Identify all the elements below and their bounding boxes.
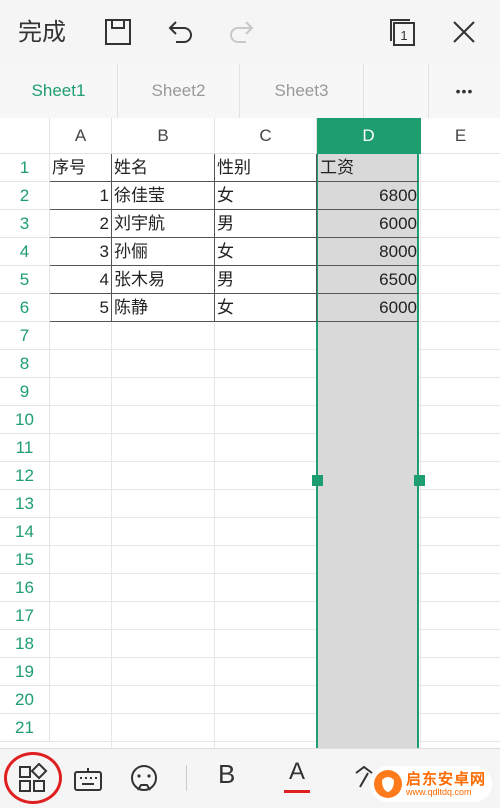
bold-button[interactable]: B — [218, 759, 235, 790]
cell-b3[interactable]: 刘宇航 — [112, 210, 215, 238]
undo-icon[interactable] — [162, 14, 198, 50]
tab-sheet2[interactable]: Sheet2 — [118, 64, 240, 118]
select-all-corner[interactable] — [0, 118, 50, 154]
cell-c4[interactable]: 女 — [215, 238, 317, 266]
cell-b5[interactable]: 张木易 — [112, 266, 215, 294]
watermark: 启东安卓网 www.qdltdq.com — [370, 766, 492, 802]
cell-a5[interactable]: 4 — [50, 266, 112, 294]
cell-c3[interactable]: 男 — [215, 210, 317, 238]
grid-line — [50, 405, 500, 406]
watermark-text: 启东安卓网 — [406, 770, 487, 788]
sheet-count: 1 — [400, 28, 407, 43]
row-header-16[interactable]: 16 — [0, 574, 50, 602]
row-header-4[interactable]: 4 — [0, 238, 50, 266]
row-header-19[interactable]: 19 — [0, 658, 50, 686]
more-menu-button[interactable]: ••• — [428, 64, 500, 118]
cell-b2[interactable]: 徐佳莹 — [112, 182, 215, 210]
row-header-18[interactable]: 18 — [0, 630, 50, 658]
row-header-15[interactable]: 15 — [0, 546, 50, 574]
cell-b1[interactable]: 姓名 — [112, 154, 215, 182]
row-header-8[interactable]: 8 — [0, 350, 50, 378]
cell-a1[interactable]: 序号 — [50, 154, 112, 182]
sheet-tabs: Sheet1 Sheet2 Sheet3 ••• — [0, 64, 500, 119]
watermark-logo — [374, 770, 402, 798]
row-header-5[interactable]: 5 — [0, 266, 50, 294]
tab-sheet1[interactable]: Sheet1 — [0, 64, 118, 118]
grid-line — [420, 154, 421, 748]
cell-c5[interactable]: 男 — [215, 266, 317, 294]
column-header-c[interactable]: C — [215, 118, 317, 154]
spreadsheet-grid[interactable]: A B C D E 1 2 3 4 5 6 7 8 9 10 11 12 13 14 15 16 17 18 19 2… — [0, 118, 500, 748]
grid-line — [50, 629, 500, 630]
grid-line — [50, 685, 500, 686]
selection-handle-right[interactable] — [414, 475, 425, 486]
row-header-2[interactable]: 2 — [0, 182, 50, 210]
emoji-icon[interactable] — [128, 763, 160, 795]
grid-line — [50, 377, 500, 378]
cell-c1[interactable]: 性别 — [215, 154, 317, 182]
top-toolbar: 完成 1 — [0, 0, 500, 64]
cell-a6[interactable]: 5 — [50, 294, 112, 322]
row-header-11[interactable]: 11 — [0, 434, 50, 462]
row-header-9[interactable]: 9 — [0, 378, 50, 406]
row-header-10[interactable]: 10 — [0, 406, 50, 434]
cell-a2[interactable]: 1 — [50, 182, 112, 210]
font-color-underline — [284, 790, 310, 793]
grid-line — [50, 545, 500, 546]
cell-b4[interactable]: 孙俪 — [112, 238, 215, 266]
column-header-b[interactable]: B — [112, 118, 215, 154]
grid-line — [50, 657, 500, 658]
cell-a4[interactable]: 3 — [50, 238, 112, 266]
save-icon[interactable] — [100, 14, 136, 50]
selection-handle-left[interactable] — [312, 475, 323, 486]
column-header-e[interactable]: E — [421, 118, 500, 154]
cell-d3[interactable]: 6000 — [318, 210, 419, 238]
tab-sheet3[interactable]: Sheet3 — [240, 64, 364, 118]
grid-line — [50, 713, 500, 714]
grid-line — [50, 517, 500, 518]
row-header-17[interactable]: 17 — [0, 602, 50, 630]
watermark-url: www.qdltdq.com — [406, 787, 472, 797]
column-header-d[interactable]: D — [317, 118, 421, 154]
cell-b6[interactable]: 陈静 — [112, 294, 215, 322]
grid-line — [50, 741, 500, 742]
row-header-14[interactable]: 14 — [0, 518, 50, 546]
keyboard-icon[interactable] — [72, 763, 104, 795]
cell-d2[interactable]: 6800 — [318, 182, 419, 210]
redo-icon[interactable] — [224, 14, 260, 50]
column-header-a[interactable]: A — [50, 118, 112, 154]
grid-line — [50, 489, 500, 490]
font-color-button[interactable]: A — [284, 757, 310, 797]
grid-line — [50, 433, 500, 434]
highlight-circle — [4, 752, 62, 804]
close-icon[interactable] — [446, 14, 482, 50]
font-color-label: A — [288, 758, 305, 785]
row-header-3[interactable]: 3 — [0, 210, 50, 238]
cell-d6[interactable]: 6000 — [318, 294, 419, 322]
toolbar-divider — [186, 765, 187, 791]
cell-c6[interactable]: 女 — [215, 294, 317, 322]
cell-c2[interactable]: 女 — [215, 182, 317, 210]
row-header-7[interactable]: 7 — [0, 322, 50, 350]
grid-line — [50, 573, 500, 574]
row-header-13[interactable]: 13 — [0, 490, 50, 518]
grid-line — [50, 349, 500, 350]
cell-a3[interactable]: 2 — [50, 210, 112, 238]
cell-d1[interactable]: 工资 — [318, 154, 419, 182]
grid-line — [50, 461, 500, 462]
row-header-1[interactable]: 1 — [0, 154, 50, 182]
sheet-count-icon[interactable]: 1 — [385, 14, 421, 50]
row-header-6[interactable]: 6 — [0, 294, 50, 322]
row-header-12[interactable]: 12 — [0, 462, 50, 490]
row-header-20[interactable]: 20 — [0, 686, 50, 714]
cell-d4[interactable]: 8000 — [318, 238, 419, 266]
cell-d5[interactable]: 6500 — [318, 266, 419, 294]
done-button[interactable]: 完成 — [18, 14, 66, 50]
grid-line — [50, 601, 500, 602]
row-header-21[interactable]: 21 — [0, 714, 50, 742]
